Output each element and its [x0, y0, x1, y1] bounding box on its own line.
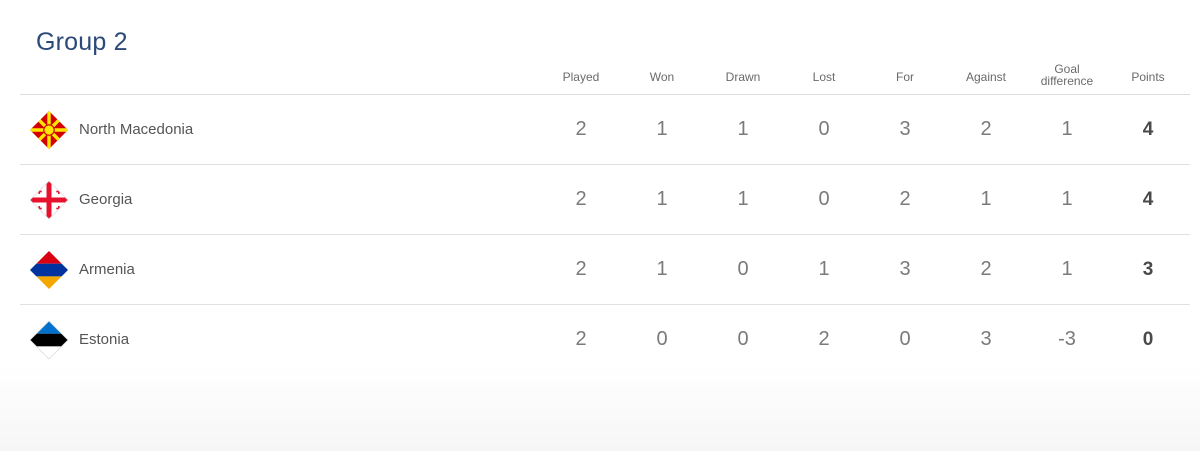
- goal-difference-value: 1: [1061, 258, 1073, 280]
- against-value: 1: [980, 188, 992, 210]
- header-goal-difference: Goal difference: [1027, 58, 1107, 92]
- team-name: North Macedonia: [79, 121, 194, 138]
- team-name: Estonia: [79, 331, 130, 348]
- played-value: 2: [575, 258, 587, 280]
- table-row[interactable]: Estonia 2 0 0 2 0 3 -3 0: [20, 305, 1190, 374]
- lost-value: 0: [818, 188, 830, 210]
- points-value: 0: [1142, 329, 1154, 350]
- played-value: 2: [575, 188, 587, 210]
- header-drawn: Drawn: [725, 70, 761, 84]
- drawn-value: 1: [737, 188, 749, 210]
- goal-difference-value: 1: [1061, 188, 1073, 210]
- header-for: For: [896, 70, 914, 84]
- group-title: Group 2: [36, 27, 128, 56]
- points-value: 4: [1142, 189, 1154, 210]
- against-value: 3: [980, 328, 992, 350]
- estonia-flag-icon: [29, 320, 69, 360]
- points-value: 4: [1142, 119, 1154, 140]
- table-row[interactable]: Georgia 2 1 1 0 2 1 1 4: [20, 165, 1190, 235]
- table-row[interactable]: North Macedonia 2 1 1 0 3 2 1 4: [20, 95, 1190, 165]
- georgia-flag-icon: [29, 180, 69, 220]
- drawn-value: 1: [737, 118, 749, 140]
- won-value: 1: [656, 258, 668, 280]
- for-value: 0: [899, 328, 911, 350]
- header-against: Against: [965, 70, 1007, 84]
- goal-difference-value: -3: [1058, 328, 1076, 350]
- header-points: Points: [1131, 70, 1165, 84]
- lost-value: 1: [818, 258, 830, 280]
- for-value: 3: [899, 118, 911, 140]
- standings-header: Played Won Drawn Lost For Against Goal d…: [20, 60, 1190, 95]
- lost-value: 2: [818, 328, 830, 350]
- header-won: Won: [649, 70, 675, 84]
- won-value: 0: [656, 328, 668, 350]
- for-value: 2: [899, 188, 911, 210]
- won-value: 1: [656, 188, 668, 210]
- for-value: 3: [899, 258, 911, 280]
- team-name: Armenia: [79, 261, 135, 278]
- won-value: 1: [656, 118, 668, 140]
- points-value: 3: [1142, 259, 1154, 280]
- north-macedonia-flag-icon: [30, 111, 68, 149]
- against-value: 2: [980, 258, 992, 280]
- header-lost: Lost: [812, 70, 836, 84]
- against-value: 2: [980, 118, 992, 140]
- drawn-value: 0: [737, 328, 749, 350]
- lost-value: 0: [818, 118, 830, 140]
- armenia-flag-icon: [30, 251, 68, 289]
- table-row[interactable]: Armenia 2 1 0 1 3 2 1 3: [20, 235, 1190, 305]
- bottom-fade: [0, 366, 1200, 451]
- team-name: Georgia: [79, 191, 133, 208]
- header-played: Played: [562, 70, 600, 84]
- goal-difference-value: 1: [1061, 118, 1073, 140]
- played-value: 2: [575, 118, 587, 140]
- played-value: 2: [575, 328, 587, 350]
- drawn-value: 0: [737, 258, 749, 280]
- header-goal-difference-line2: difference: [1040, 74, 1094, 88]
